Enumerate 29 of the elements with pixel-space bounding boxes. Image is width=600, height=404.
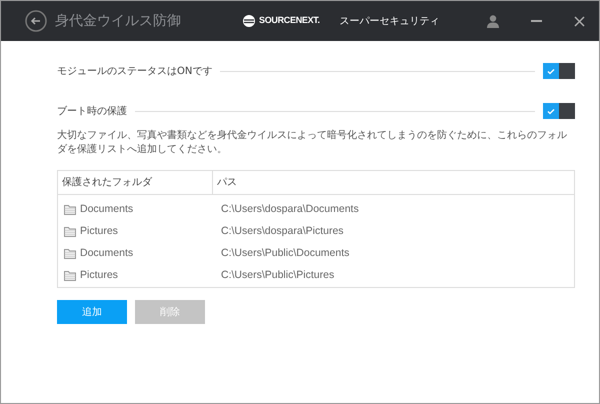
- setting-label: ブート時の保護: [57, 104, 127, 118]
- product-name: スーパーセキュリティ: [340, 14, 440, 28]
- user-icon[interactable]: [487, 14, 499, 28]
- column-header: 保護されたフォルダ: [61, 176, 152, 190]
- folder-name: Pictures: [80, 224, 118, 240]
- folder-icon: [64, 271, 76, 281]
- folder-path: C:\Users\Public\Documents: [220, 246, 350, 262]
- folder-name: Documents: [80, 202, 134, 218]
- check-icon: [547, 68, 555, 74]
- close-icon[interactable]: [574, 16, 585, 26]
- folder-path: C:\Users\dospara\Documents: [220, 202, 359, 218]
- check-icon: [547, 108, 555, 114]
- folder-name: Pictures: [80, 268, 118, 284]
- brand-name: SOURCENEXT.: [259, 14, 320, 28]
- folder-path: C:\Users\Public\Pictures: [220, 268, 334, 284]
- window-title: 身代金ウイルス防御: [55, 12, 181, 30]
- folder-icon: [64, 205, 76, 215]
- column-header: パス: [216, 177, 237, 188]
- toggle-switch[interactable]: [543, 63, 575, 79]
- back-icon[interactable]: [25, 10, 47, 32]
- add-button[interactable]: 追加: [57, 300, 127, 324]
- logo-icon: [243, 15, 255, 27]
- folder-icon: [64, 249, 76, 259]
- folder-name: Documents: [80, 246, 134, 262]
- folder-icon: [64, 227, 76, 237]
- description-text: 大切なファイル、写真や書類などを身代金ウイルスによって暗号化されてしまうのを防ぐために、これらのフォルダを保護リストへ追加してください。: [57, 129, 568, 156]
- toggle-switch[interactable]: [543, 103, 575, 119]
- folder-path: C:\Users\dospara\Pictures: [220, 224, 344, 240]
- setting-label: モジュールのステータスはONです: [57, 64, 212, 78]
